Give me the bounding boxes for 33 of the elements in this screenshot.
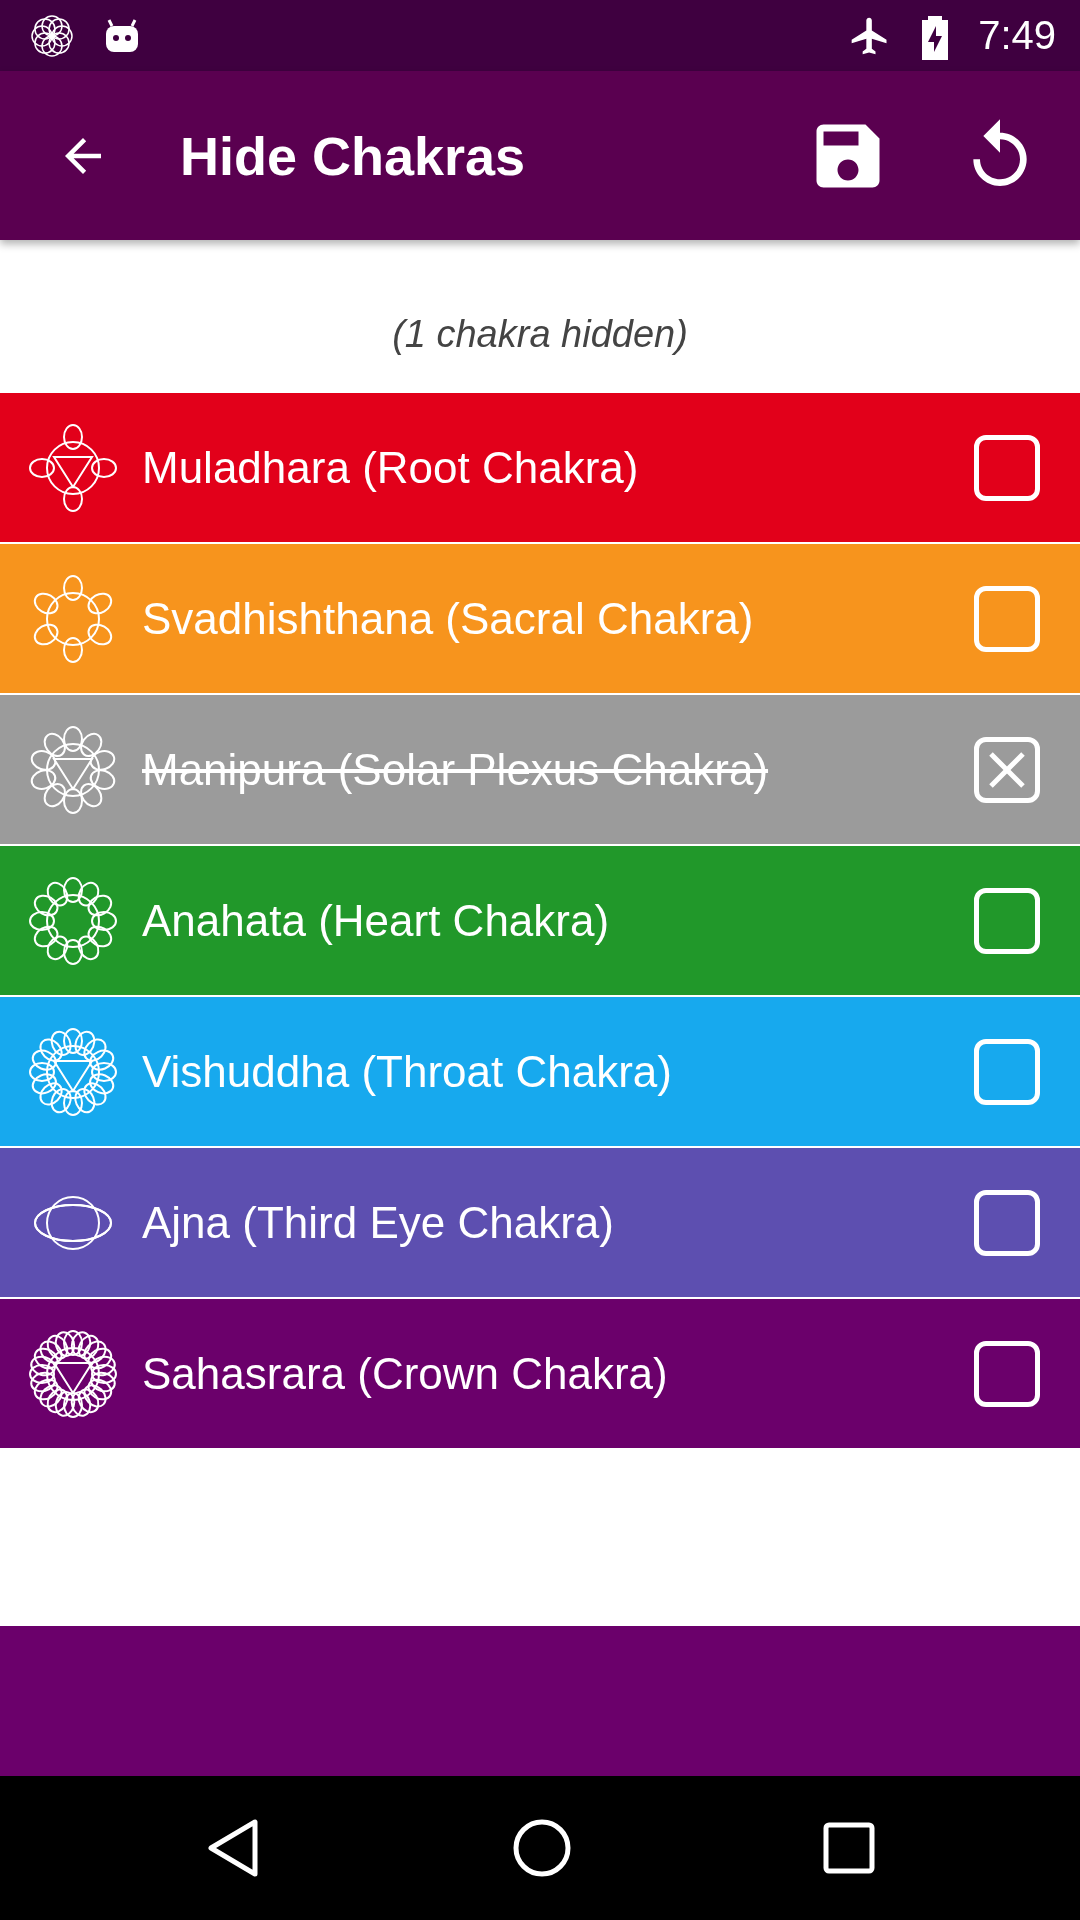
checkbox[interactable] bbox=[974, 887, 1040, 954]
chakra-row[interactable]: Vishuddha (Throat Chakra) bbox=[0, 997, 1080, 1146]
lotus-icon bbox=[28, 422, 118, 513]
chakra-row[interactable]: Anahata (Heart Chakra) bbox=[0, 846, 1080, 995]
lotus-icon bbox=[28, 1026, 118, 1117]
chakra-row[interactable]: Svadhishthana (Sacral Chakra) bbox=[0, 544, 1080, 693]
android-icon bbox=[104, 17, 140, 54]
checkbox[interactable] bbox=[974, 585, 1040, 652]
lotus-icon bbox=[28, 875, 118, 966]
checkbox[interactable] bbox=[974, 1038, 1040, 1105]
clock-time: 7:49 bbox=[978, 13, 1056, 58]
x-mark-icon bbox=[987, 749, 1027, 790]
chakra-name: Sahasrara (Crown Chakra) bbox=[142, 1348, 669, 1399]
chakra-name: Anahata (Heart Chakra) bbox=[142, 895, 611, 946]
checkbox[interactable] bbox=[974, 434, 1040, 501]
recents-icon[interactable] bbox=[822, 1822, 875, 1874]
chakra-name: Manipura (Solar Plexus Chakra) bbox=[142, 744, 770, 795]
lotus-icon bbox=[28, 724, 118, 815]
checkbox[interactable] bbox=[974, 1189, 1040, 1256]
screen-title: Hide Chakras bbox=[180, 124, 527, 187]
chakra-name: Vishuddha (Throat Chakra) bbox=[142, 1046, 673, 1097]
checkbox[interactable] bbox=[974, 1340, 1040, 1407]
chakra-row[interactable]: Sahasrara (Crown Chakra) bbox=[0, 1299, 1080, 1448]
chakra-row[interactable]: Ajna (Third Eye Chakra) bbox=[0, 1148, 1080, 1297]
chakra-row[interactable]: Muladhara (Root Chakra) bbox=[0, 393, 1080, 542]
chakra-name: Muladhara (Root Chakra) bbox=[142, 442, 640, 493]
chakra-name: Ajna (Third Eye Chakra) bbox=[142, 1197, 615, 1248]
lotus-icon bbox=[28, 1328, 118, 1419]
chakra-row[interactable]: Manipura (Solar Plexus Chakra) bbox=[0, 695, 1080, 844]
checkbox[interactable] bbox=[974, 736, 1040, 803]
chakra-name: Svadhishthana (Sacral Chakra) bbox=[142, 593, 755, 644]
home-icon[interactable] bbox=[512, 1818, 572, 1878]
hidden-count: (1 chakra hidden) bbox=[392, 313, 688, 356]
